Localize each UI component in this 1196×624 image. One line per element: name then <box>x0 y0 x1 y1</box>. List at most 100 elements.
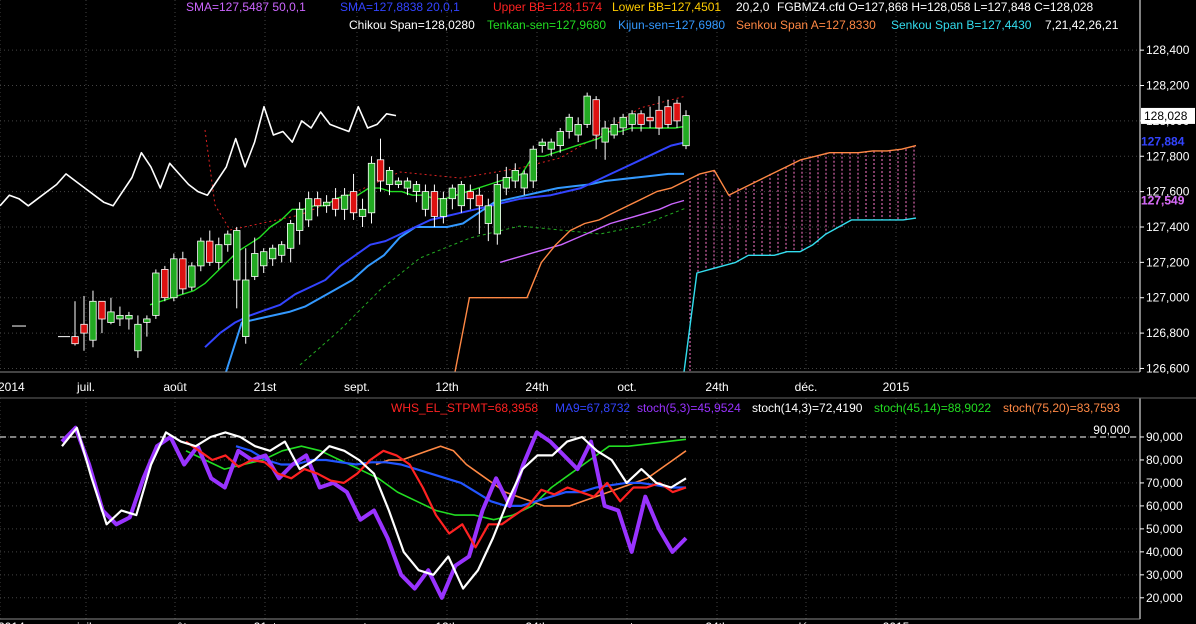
candle-up <box>233 230 241 281</box>
candle-down <box>475 194 484 207</box>
header-row2-item-0: Chikou Span=128,0280 <box>349 18 475 32</box>
header-row2-item-1: Tenkan-sen=127,9680 <box>487 18 607 32</box>
x-tick-label-upper: 21st <box>254 380 277 394</box>
candle-down <box>161 268 169 299</box>
candle-up <box>457 184 466 207</box>
series-sma-50 <box>499 199 685 264</box>
price-tag: 127,549 <box>1141 194 1185 208</box>
candle-up <box>89 300 97 341</box>
x-tick-label-upper: oct. <box>617 380 636 394</box>
x-tick-label-upper: 24th <box>525 380 548 394</box>
header-row2-item-2: Kijun-sen=127,6980 <box>618 18 726 32</box>
header-row1-item-5: FGBMZ4.cfd O=127,868 H=128,058 L=127,848… <box>777 0 1094 14</box>
price-tick-label: 128,200 <box>1146 79 1190 93</box>
candle-up <box>529 148 537 182</box>
chart-canvas: 90,000 128,400128,200128,000127,800127,6… <box>0 0 1196 624</box>
x-tick-label-upper: 2014 <box>0 380 25 394</box>
candle-up <box>116 314 124 320</box>
x-tick-label-lower: 24th <box>525 620 548 624</box>
candle-down <box>673 102 681 122</box>
candle-up <box>277 244 286 256</box>
last-price-label: 128,028 <box>1144 109 1188 123</box>
osc-header-item-0: WHS_EL_STPMT=68,3958 <box>391 401 539 415</box>
price-tick-label: 126,800 <box>1146 326 1190 340</box>
osc-tick-label: 60,000 <box>1146 499 1183 513</box>
candle-up <box>197 240 205 267</box>
candle-down <box>655 109 663 129</box>
x-tick-label-lower: déc. <box>795 620 818 624</box>
candle-up <box>619 116 627 129</box>
x-tick-label-upper: 12th <box>435 380 458 394</box>
candle-up <box>547 141 555 150</box>
candle-up <box>448 187 457 200</box>
osc-tick-label: 40,000 <box>1146 545 1183 559</box>
reference-level-label: 90,000 <box>1093 423 1130 437</box>
candle-down <box>466 191 475 200</box>
oscillator-panel-grid: 90,000 <box>0 398 1140 619</box>
candle-up <box>295 208 304 231</box>
candle-down <box>331 198 340 210</box>
candle-up <box>304 198 313 221</box>
candle-up <box>520 173 528 189</box>
osc-series-stoch-75-20- <box>375 445 687 507</box>
candle-up <box>152 272 160 316</box>
candle-down <box>206 240 214 263</box>
x-tick-label-upper: août <box>163 380 187 394</box>
candle-up <box>188 265 196 288</box>
candle-down <box>80 323 88 334</box>
header-row2-item-4: Senkou Span B=127,4430 <box>891 18 1032 32</box>
candle-up <box>583 95 591 125</box>
series-sma-20 <box>204 141 687 348</box>
price-tick-label: 127,800 <box>1146 149 1190 163</box>
x-tick-label-upper: déc. <box>795 380 818 394</box>
candle-up <box>358 208 367 217</box>
x-tick-label-lower: oct. <box>617 620 636 624</box>
x-tick-label-upper: 24th <box>705 380 728 394</box>
series-senkou-span-b <box>683 217 917 373</box>
candle-down <box>592 99 600 136</box>
x-tick-label-lower: juil. <box>76 620 95 624</box>
candle-up <box>556 131 564 147</box>
candle-up <box>403 180 412 189</box>
header-row2-item-3: Senkou Span A=127,8330 <box>736 18 876 32</box>
x-tick-label-lower: 2015 <box>883 620 910 624</box>
candle-up <box>215 244 223 263</box>
osc-tick-label: 80,000 <box>1146 453 1183 467</box>
price-tick-label: 127,200 <box>1146 255 1190 269</box>
candle-down <box>313 198 322 207</box>
candle-up <box>601 127 609 143</box>
candle-up <box>260 251 268 267</box>
candle-up <box>682 115 690 147</box>
header-row2-item-5: 7,21,42,26,21 <box>1045 18 1119 32</box>
osc-tick-label: 50,000 <box>1146 522 1183 536</box>
candle-up <box>394 180 403 185</box>
oscillator-panel-series <box>60 425 688 600</box>
header-row1-item-4: 20,2,0 <box>736 0 770 14</box>
header-row1-item-1: SMA=127,8838 20,0,1 <box>340 0 460 14</box>
candle-down <box>637 113 645 125</box>
candle-up <box>385 169 394 185</box>
candle-up <box>170 258 178 299</box>
candle-down <box>430 191 439 217</box>
candle-up <box>565 116 573 132</box>
candle-up <box>322 201 331 207</box>
price-tag: 127,884 <box>1141 134 1185 148</box>
header-row1-item-3: Lower BB=127,4501 <box>612 0 722 14</box>
candle-up <box>134 323 142 352</box>
x-tick-label-upper: sept. <box>344 380 370 394</box>
x-tick-label-lower: 12th <box>435 620 458 624</box>
candle-up <box>502 177 511 189</box>
candle-up <box>493 184 502 235</box>
candle-up <box>107 311 115 323</box>
osc-header-item-5: stoch(75,20)=83,7593 <box>1003 401 1121 415</box>
candle-up <box>574 124 582 136</box>
candle-up <box>251 253 259 277</box>
osc-header-item-3: stoch(14,3)=72,4190 <box>752 401 863 415</box>
osc-header-item-1: MA9=67,8732 <box>555 401 631 415</box>
price-tick-label: 128,400 <box>1146 43 1190 57</box>
osc-header-item-4: stoch(45,14)=88,9022 <box>874 401 992 415</box>
candle-down <box>376 159 385 182</box>
x-tick-label-lower: 21st <box>254 620 277 624</box>
candle-up <box>125 314 133 320</box>
candle-down <box>71 336 79 345</box>
